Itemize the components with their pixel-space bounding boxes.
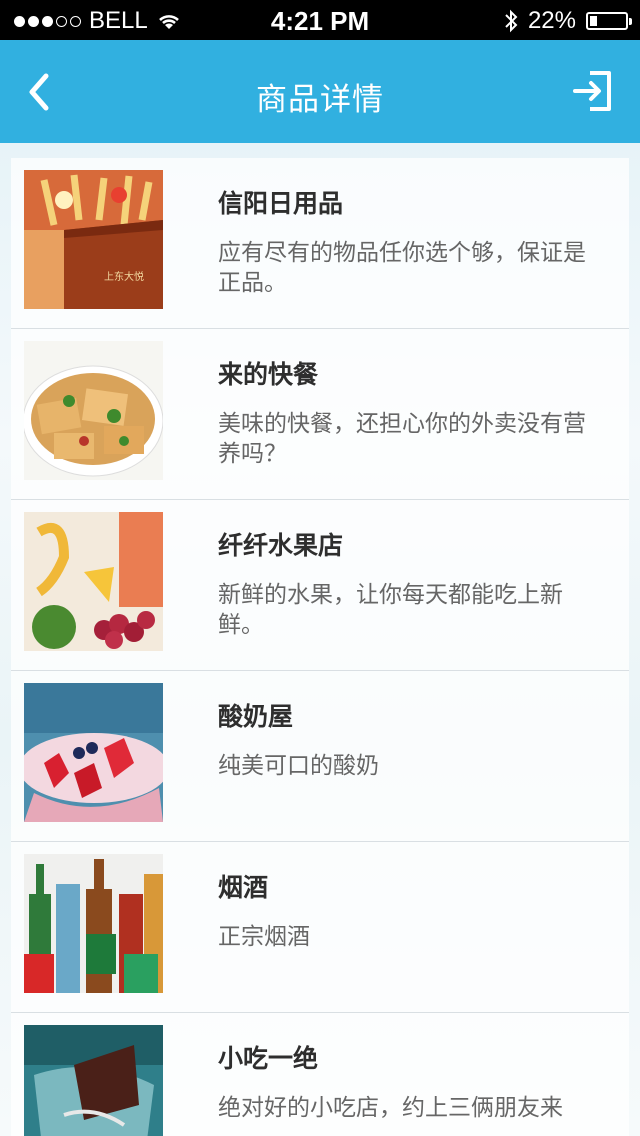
daily-goods-image: 上东大悦 — [24, 170, 163, 309]
store-name: 来的快餐 — [218, 360, 319, 389]
status-bar: BELL 4:21 PM 22% — [0, 0, 640, 40]
bluetooth-icon — [505, 9, 518, 33]
list-item[interactable]: 纤纤水果店 新鲜的水果，让你每天都能吃上新鲜。 — [11, 500, 629, 671]
page-title: 商品详情 — [256, 82, 384, 118]
store-description: 正宗烟酒 — [218, 924, 310, 950]
snack-image — [24, 1025, 163, 1136]
list-item[interactable]: 上东大悦 信阳日用品 应有尽有的物品任你选个够，保证是正品。 — [11, 158, 629, 329]
battery-icon — [586, 12, 632, 30]
drinks-image — [24, 854, 163, 993]
yogurt-image — [24, 683, 163, 822]
list-item[interactable]: 小吃一绝 绝对好的小吃店，约上三俩朋友来 — [11, 1013, 629, 1136]
store-name: 烟酒 — [218, 873, 269, 902]
store-name: 酸奶屋 — [218, 702, 294, 731]
battery-percent: 22% — [527, 7, 576, 34]
list-item[interactable]: 烟酒 正宗烟酒 — [11, 842, 629, 1013]
store-description: 应有尽有的物品任你选个够，保证是正品。 — [218, 240, 586, 296]
image-brand-text: 上东大悦 — [104, 270, 144, 283]
exit-button[interactable] — [572, 70, 614, 112]
list-item[interactable]: 来的快餐 美味的快餐，还担心你的外卖没有营养吗？ — [11, 329, 629, 500]
store-description: 绝对好的小吃店，约上三俩朋友来 — [218, 1095, 563, 1121]
store-description: 新鲜的水果，让你每天都能吃上新鲜。 — [218, 582, 563, 638]
exit-icon — [573, 71, 611, 111]
store-description: 美味的快餐，还担心你的外卖没有营养吗？ — [218, 411, 586, 467]
fast-food-image — [24, 341, 163, 480]
store-list: 上东大悦 信阳日用品 应有尽有的物品任你选个够，保证是正品。 来的快餐 美味的快… — [11, 158, 629, 1136]
store-name: 纤纤水果店 — [218, 531, 344, 560]
fruit-image — [24, 512, 163, 651]
list-item[interactable]: 酸奶屋 纯美可口的酸奶 — [11, 671, 629, 842]
store-name: 信阳日用品 — [218, 189, 344, 218]
store-list-area[interactable]: 上东大悦 信阳日用品 应有尽有的物品任你选个够，保证是正品。 来的快餐 美味的快… — [0, 143, 640, 1136]
navigation-bar: 商品详情 — [0, 40, 640, 143]
store-description: 纯美可口的酸奶 — [218, 753, 379, 779]
store-name: 小吃一绝 — [218, 1044, 319, 1073]
